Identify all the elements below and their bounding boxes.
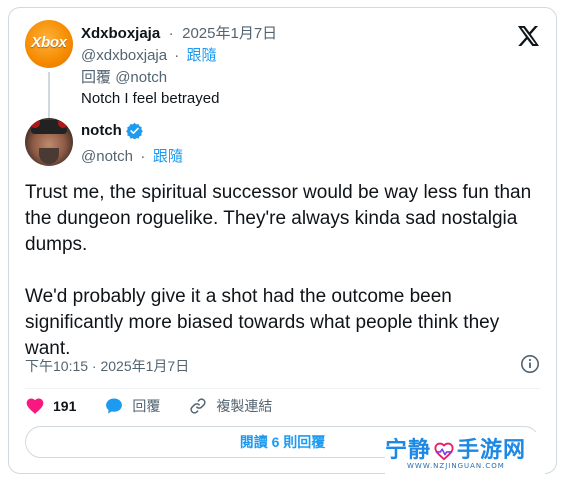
reply-to-handle-row: @xdxboxjaja · 跟隨 xyxy=(81,44,216,65)
author-display-name[interactable]: notch xyxy=(81,122,122,139)
avatar-logo-text: Xbox xyxy=(31,34,67,51)
watermark-title: 宁静 手游网 xyxy=(385,432,526,464)
reply-to-handle[interactable]: @xdxboxjaja xyxy=(81,47,167,64)
heart-icon xyxy=(26,398,44,414)
reply-to-tweet-text: Notch I feel betrayed xyxy=(81,90,220,107)
reply-to-display-name[interactable]: Xdxboxjaja xyxy=(81,25,160,42)
tweet-timestamp[interactable]: 下午10:15 · 2025年1月7日 xyxy=(25,356,189,376)
separator-dot: · xyxy=(140,148,146,165)
like-button[interactable]: 191 xyxy=(25,396,76,416)
heart-swoosh-icon xyxy=(434,442,454,461)
separator-dot: · xyxy=(168,25,174,42)
divider xyxy=(25,388,540,389)
verified-badge-icon xyxy=(125,122,143,139)
reply-to-header: Xdxboxjaja · 2025年1月7日 xyxy=(81,22,277,43)
separator-dot: · xyxy=(174,47,180,64)
tweet-paragraph: Trust me, the spiritual successor would … xyxy=(25,182,532,255)
author-handle-row: @notch · 跟隨 xyxy=(81,145,183,166)
link-icon xyxy=(190,398,206,414)
notch-avatar[interactable] xyxy=(25,118,73,166)
tweet-paragraph: We'd probably give it a shot had the out… xyxy=(25,286,500,359)
reply-action-label: 回覆 xyxy=(132,398,161,414)
info-icon[interactable] xyxy=(520,354,540,374)
tweet-embed-card: Xbox Xdxboxjaja · 2025年1月7日 @xdxboxjaja … xyxy=(8,7,557,474)
copy-link-label: 複製連結 xyxy=(216,398,273,414)
xbox-avatar[interactable]: Xbox xyxy=(25,20,73,68)
avatar-ear xyxy=(58,118,68,128)
author-handle[interactable]: @notch xyxy=(81,148,133,165)
tweet-body: Trust me, the spiritual successor would … xyxy=(25,180,545,362)
avatar-ear xyxy=(30,118,40,128)
thread-connector-line xyxy=(48,72,50,118)
watermark-right-text: 手游网 xyxy=(457,438,527,463)
copy-link-button[interactable]: 複製連結 xyxy=(188,396,272,416)
chat-bubble-icon xyxy=(106,398,123,414)
reply-to-date[interactable]: 2025年1月7日 xyxy=(182,25,277,42)
replying-to-line: 回覆 @notch xyxy=(81,66,167,87)
watermark-left-text: 宁静 xyxy=(385,438,432,463)
replying-to-handle[interactable]: @notch xyxy=(115,69,167,86)
x-logo-icon[interactable] xyxy=(516,24,540,48)
site-watermark: 宁静 手游网 WWW.NZJINGUAN.COM xyxy=(385,432,545,476)
watermark-url: WWW.NZJINGUAN.COM xyxy=(407,462,505,470)
action-bar: 191 回覆 複製連結 xyxy=(25,395,300,417)
follow-link-xdxboxjaja[interactable]: 跟隨 xyxy=(186,47,216,64)
reply-label: 回覆 xyxy=(81,69,112,86)
avatar-beard xyxy=(39,148,59,164)
author-header: notch xyxy=(81,122,143,139)
like-count: 191 xyxy=(53,398,77,414)
follow-link-notch[interactable]: 跟隨 xyxy=(153,148,183,165)
reply-button[interactable]: 回覆 xyxy=(104,396,160,416)
